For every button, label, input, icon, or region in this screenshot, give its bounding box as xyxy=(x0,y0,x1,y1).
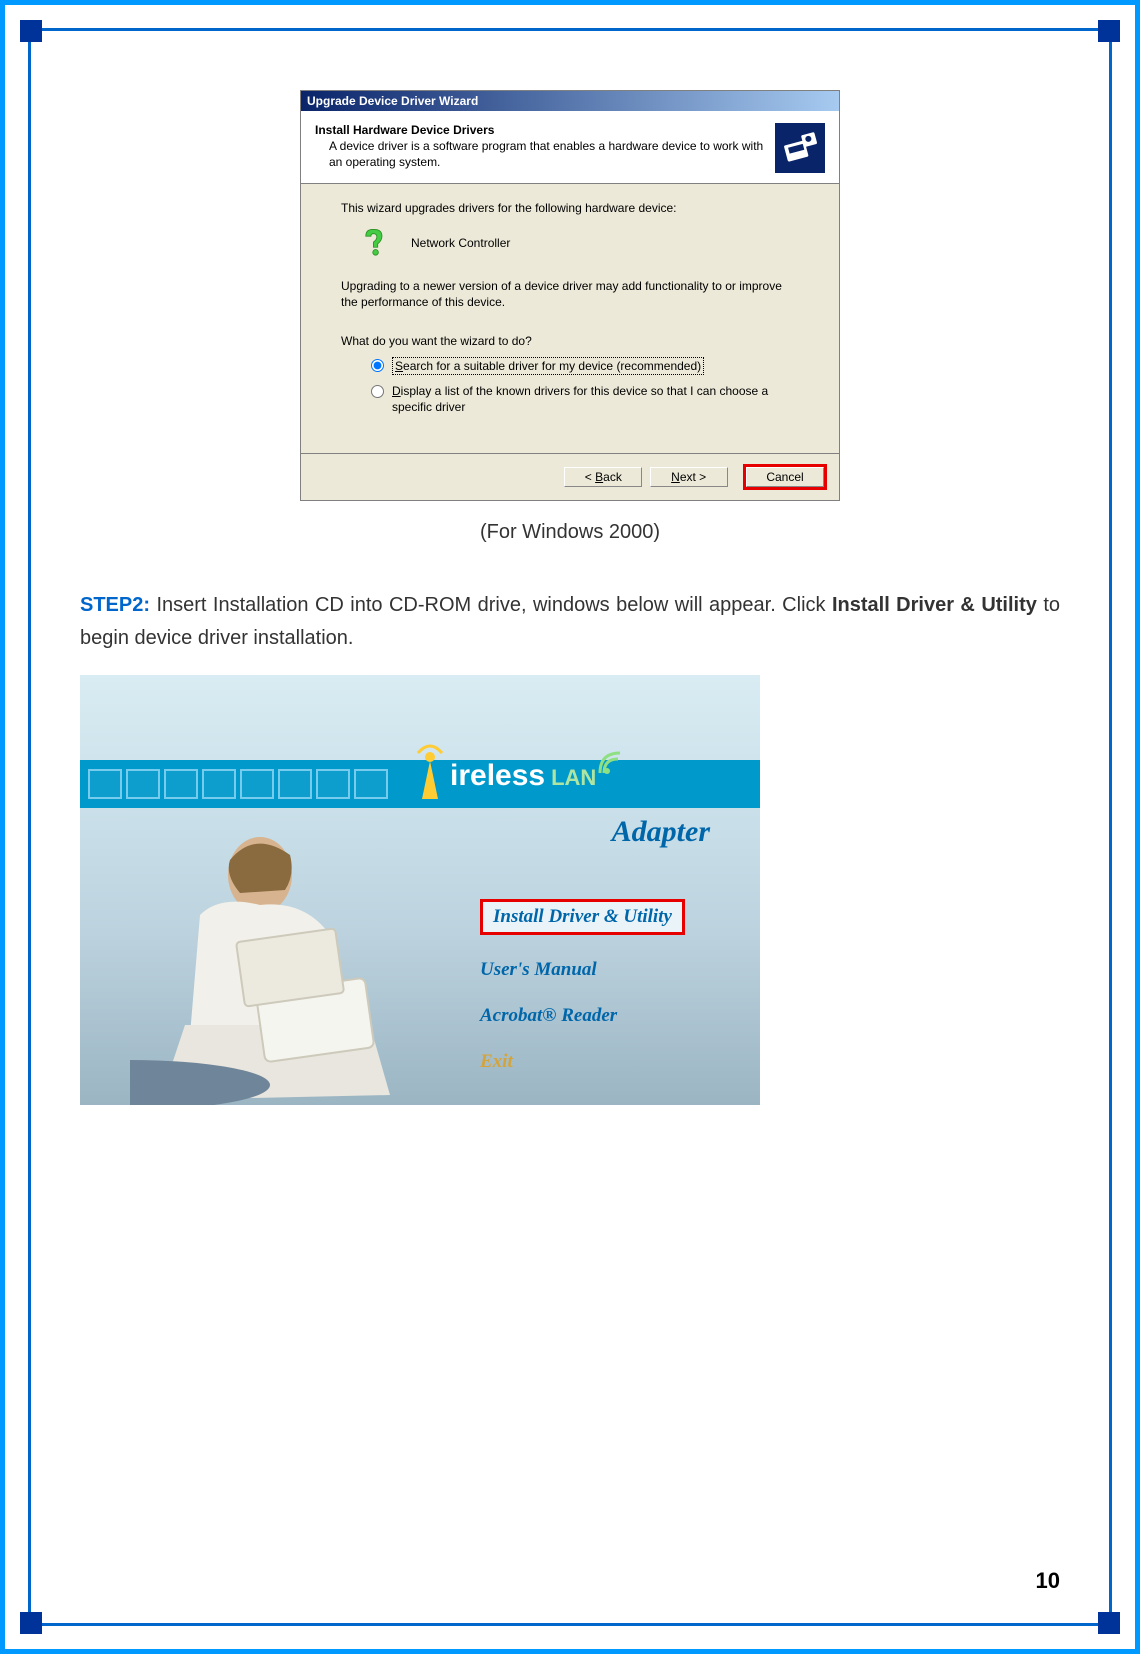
cancel-highlight: Cancel xyxy=(743,464,827,490)
wizard-footer: < Back Next > Cancel xyxy=(301,453,839,500)
users-manual-link[interactable]: User's Manual xyxy=(480,959,685,981)
page-number: 10 xyxy=(1036,1568,1060,1594)
step2-label: STEP2: xyxy=(80,594,156,616)
autorun-menu: Install Driver & Utility User's Manual A… xyxy=(480,899,685,1073)
back-button[interactable]: < Back xyxy=(564,467,642,487)
acrobat-reader-link[interactable]: Acrobat® Reader xyxy=(480,1005,685,1027)
adapter-subtitle: Adapter xyxy=(612,815,710,849)
question-mark-icon xyxy=(359,226,393,260)
autorun-screenshot: ireless LAN Adapter Install Driver & Uti… xyxy=(80,675,760,1105)
device-name: Network Controller xyxy=(411,235,510,251)
wizard-note: Upgrading to a newer version of a device… xyxy=(341,278,799,310)
hardware-icon xyxy=(775,123,825,173)
radio-display-list[interactable] xyxy=(371,385,384,398)
radio-search-label[interactable]: Search for a suitable driver for my devi… xyxy=(392,357,704,375)
wizard-header-desc: A device driver is a software program th… xyxy=(315,139,765,170)
next-button[interactable]: Next > xyxy=(650,467,728,487)
wizard-intro-text: This wizard upgrades drivers for the fol… xyxy=(341,200,799,216)
wizard-header-title: Install Hardware Device Drivers xyxy=(315,123,765,137)
install-driver-link[interactable]: Install Driver & Utility xyxy=(480,899,685,935)
radio-display-label[interactable]: Display a list of the known drivers for … xyxy=(392,383,799,415)
cancel-button[interactable]: Cancel xyxy=(746,467,824,487)
person-image xyxy=(80,795,470,1105)
wizard-titlebar: Upgrade Device Driver Wizard xyxy=(301,91,839,111)
caption-windows-2000: (For Windows 2000) xyxy=(80,521,1060,544)
antenna-icon xyxy=(410,743,450,801)
signal-icon xyxy=(598,749,624,775)
radio-search-driver[interactable] xyxy=(371,359,384,372)
wizard-header: Install Hardware Device Drivers A device… xyxy=(301,111,839,184)
step2-paragraph: STEP2: Insert Installation CD into CD-RO… xyxy=(80,589,1060,655)
wizard-question: What do you want the wizard to do? xyxy=(341,333,799,349)
exit-link[interactable]: Exit xyxy=(480,1051,685,1073)
decorative-squares xyxy=(88,769,388,799)
wizard-body: This wizard upgrades drivers for the fol… xyxy=(301,184,839,453)
wizard-dialog: Upgrade Device Driver Wizard Install Har… xyxy=(300,90,840,501)
wireless-lan-logo: ireless LAN xyxy=(410,743,624,801)
